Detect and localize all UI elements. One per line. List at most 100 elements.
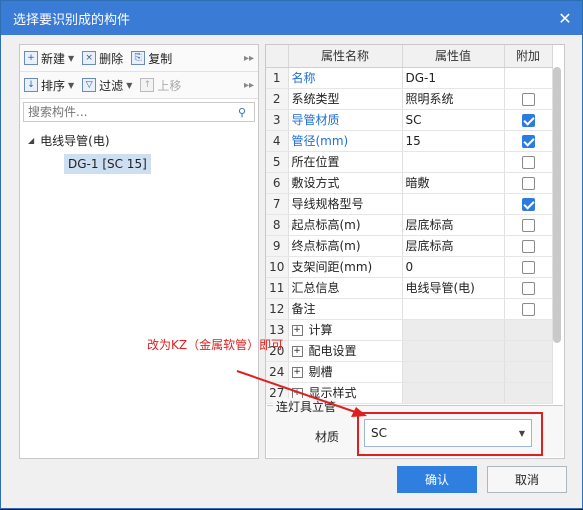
attach-checkbox[interactable] xyxy=(521,281,535,295)
property-name: 终点标高(m) xyxy=(288,235,403,257)
property-value[interactable]: 层底标高 xyxy=(402,214,505,236)
table-row[interactable]: 3 导管材质 SC xyxy=(266,109,553,131)
attach-checkbox[interactable] xyxy=(521,92,535,106)
group-name: 剔槽 xyxy=(308,365,333,379)
attach-cell xyxy=(504,214,553,236)
tree-node-label: 电线导管(电) xyxy=(40,133,110,148)
overflow-icon[interactable]: ▸▸ xyxy=(244,53,254,64)
copy-label: 复制 xyxy=(148,51,173,66)
group-value-cell xyxy=(402,319,505,341)
table-row[interactable]: 10 支架间距(mm) 0 xyxy=(266,256,553,278)
delete-label: 删除 xyxy=(99,51,124,66)
close-icon[interactable]: ✕ xyxy=(548,1,582,35)
row-number: 12 xyxy=(266,298,289,320)
property-value[interactable]: 0 xyxy=(402,256,505,278)
property-value[interactable] xyxy=(402,193,505,215)
table-group-row[interactable]: 13 + 计算 xyxy=(266,319,553,341)
search-box: ⚲ xyxy=(23,102,255,122)
attach-cell xyxy=(504,235,553,257)
property-value[interactable] xyxy=(402,151,505,173)
search-icon[interactable]: ⚲ xyxy=(238,106,250,119)
group-name-cell[interactable]: + 计算 xyxy=(288,319,403,341)
header-extra: 附加 xyxy=(504,45,553,68)
move-up-button[interactable]: ↑ 上移 xyxy=(140,77,181,94)
table-row[interactable]: 7 导线规格型号 xyxy=(266,193,553,215)
attach-cell xyxy=(504,172,553,194)
attach-checkbox[interactable] xyxy=(521,134,535,148)
property-value[interactable]: 层底标高 xyxy=(402,235,505,257)
group-name-cell[interactable]: + 配电设置 xyxy=(288,340,403,362)
attach-checkbox[interactable] xyxy=(521,155,535,169)
attach-checkbox[interactable] xyxy=(521,302,535,316)
table-row[interactable]: 11 汇总信息 电线导管(电) xyxy=(266,277,553,299)
row-number: 2 xyxy=(266,88,289,110)
copy-icon: ⎘ xyxy=(131,51,146,65)
tree-node-parent[interactable]: ◢ 电线导管(电) xyxy=(20,129,258,151)
table-group-row[interactable]: 20 + 配电设置 xyxy=(266,340,553,362)
attach-cell xyxy=(504,256,553,278)
property-name: 汇总信息 xyxy=(288,277,403,299)
property-name: 敷设方式 xyxy=(288,172,403,194)
table-row[interactable]: 12 备注 xyxy=(266,298,553,320)
table-row[interactable]: 6 敷设方式 暗敷 xyxy=(266,172,553,194)
table-row[interactable]: 2 系统类型 照明系统 xyxy=(266,88,553,110)
property-value[interactable]: SC xyxy=(402,109,505,131)
group-value-cell xyxy=(402,361,505,383)
property-value[interactable]: 电线导管(电) xyxy=(402,277,505,299)
expand-plus-icon[interactable]: + xyxy=(291,325,303,336)
attach-checkbox[interactable] xyxy=(521,260,535,274)
table-row[interactable]: 1 名称 DG-1 xyxy=(266,67,553,89)
attach-cell xyxy=(504,130,553,152)
attach-checkbox[interactable] xyxy=(521,218,535,232)
filter-icon: ▽ xyxy=(82,78,97,92)
table-row[interactable]: 4 管径(mm) 15 xyxy=(266,130,553,152)
scrollbar-thumb[interactable] xyxy=(553,67,561,343)
annotation-text: 改为KZ（金属软管）即可 xyxy=(147,338,284,352)
property-value[interactable]: DG-1 xyxy=(402,67,505,89)
table-row[interactable]: 8 起点标高(m) 层底标高 xyxy=(266,214,553,236)
property-name: 所在位置 xyxy=(288,151,403,173)
select-component-dialog: 选择要识别成的构件 ✕ + 新建 ▼ × 删除 ⎘ 复制 ▸▸ ↓ 排序 ▼ ▽… xyxy=(0,0,583,509)
search-input[interactable] xyxy=(28,105,238,119)
cancel-button[interactable]: 取消 xyxy=(487,466,567,493)
property-value[interactable] xyxy=(402,298,505,320)
table-row[interactable]: 9 终点标高(m) 层底标高 xyxy=(266,235,553,257)
filter-button[interactable]: ▽ 过滤 ▼ xyxy=(82,77,132,94)
table-header: 属性名称 属性值 附加 xyxy=(266,45,553,68)
property-value[interactable]: 15 xyxy=(402,130,505,152)
property-name: 支架间距(mm) xyxy=(288,256,403,278)
group-name: 计算 xyxy=(308,323,333,337)
property-name: 名称 xyxy=(288,67,403,89)
property-value[interactable]: 暗敷 xyxy=(402,172,505,194)
property-value[interactable]: 照明系统 xyxy=(402,88,505,110)
tree-node-selected[interactable]: DG-1 [SC 15] xyxy=(64,154,151,174)
table-group-row[interactable]: 24 + 剔槽 xyxy=(266,361,553,383)
attach-checkbox[interactable] xyxy=(521,197,535,211)
new-button[interactable]: + 新建 ▼ xyxy=(24,50,74,67)
chevron-down-icon[interactable]: ▼ xyxy=(519,429,525,438)
expand-plus-icon[interactable]: + xyxy=(291,367,303,378)
property-name: 备注 xyxy=(288,298,403,320)
title-bar: 选择要识别成的构件 ✕ xyxy=(1,1,582,35)
attach-checkbox[interactable] xyxy=(521,239,535,253)
expand-plus-icon[interactable]: + xyxy=(291,346,303,357)
up-label: 上移 xyxy=(157,78,182,93)
row-number: 5 xyxy=(266,151,289,173)
row-number: 9 xyxy=(266,235,289,257)
collapse-triangle-icon[interactable]: ◢ xyxy=(28,136,34,145)
attach-checkbox[interactable] xyxy=(521,176,535,190)
attach-checkbox[interactable] xyxy=(521,113,535,127)
confirm-button[interactable]: 确认 xyxy=(397,466,477,493)
sort-button[interactable]: ↓ 排序 ▼ xyxy=(24,77,74,94)
material-select[interactable]: SC ▼ xyxy=(364,419,532,447)
table-row[interactable]: 5 所在位置 xyxy=(266,151,553,173)
up-arrow-icon: ↑ xyxy=(140,78,155,92)
copy-button[interactable]: ⎘ 复制 xyxy=(131,50,172,67)
property-name: 系统类型 xyxy=(288,88,403,110)
new-icon: + xyxy=(24,51,38,65)
delete-button[interactable]: × 删除 xyxy=(82,50,123,67)
group-name: 配电设置 xyxy=(308,344,357,358)
material-value: SC xyxy=(371,426,387,440)
group-name-cell[interactable]: + 剔槽 xyxy=(288,361,403,383)
overflow-icon[interactable]: ▸▸ xyxy=(244,80,254,91)
